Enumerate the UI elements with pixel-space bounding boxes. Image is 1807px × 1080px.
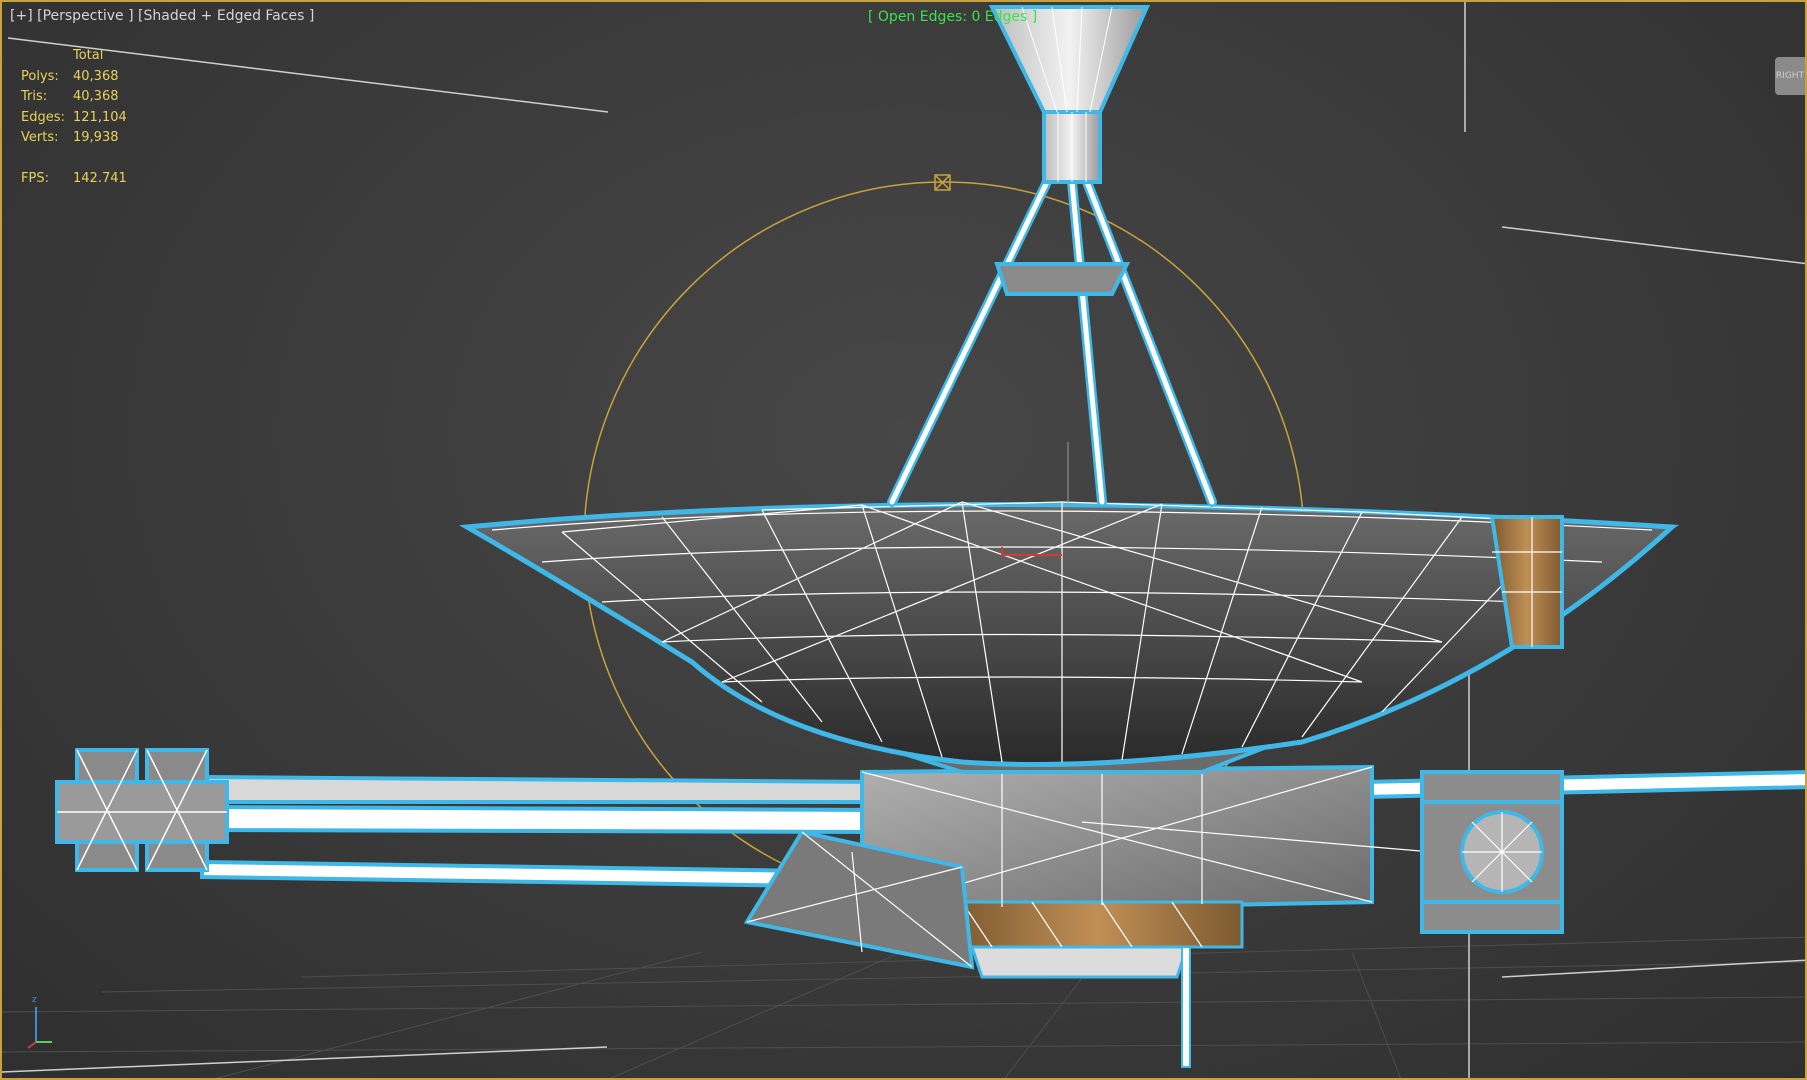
stats-row: Verts: 19,938 bbox=[21, 128, 163, 149]
fps-label: FPS: bbox=[21, 170, 49, 186]
viewport-menu-plus[interactable]: [+] bbox=[10, 8, 33, 24]
stats-row: Tris: 40,368 bbox=[21, 87, 163, 108]
ground-grid bbox=[2, 936, 1805, 1078]
view-cube[interactable]: RIGHT bbox=[1775, 57, 1805, 95]
stats-value: 19,938 bbox=[73, 130, 119, 145]
right-rtg-unit[interactable] bbox=[1420, 770, 1564, 934]
viewport-view-menu[interactable]: [Perspective ] bbox=[37, 8, 133, 24]
feed-horn[interactable] bbox=[988, 5, 1151, 184]
viewport-shading-menu[interactable]: [Shaded + Edged Faces ] bbox=[138, 8, 314, 24]
tripod-platform[interactable] bbox=[994, 262, 1131, 296]
stats-value: 40,368 bbox=[73, 68, 119, 84]
stats-value: 40,368 bbox=[73, 89, 119, 104]
fps-row: FPS: 142.741 bbox=[21, 169, 163, 190]
stats-row: Edges: 121,104 bbox=[21, 108, 163, 129]
stats-value: 121,104 bbox=[73, 109, 127, 125]
stats-label: Tris: bbox=[21, 89, 48, 104]
perspective-viewport[interactable]: [+] [Perspective ] [Shaded + Edged Faces… bbox=[0, 0, 1807, 1080]
feed-tripod[interactable] bbox=[887, 177, 1217, 507]
open-edges-readout: [ Open Edges: 0 Edges ] bbox=[868, 9, 1038, 25]
scene-canvas[interactable] bbox=[2, 2, 1807, 1080]
stats-header: Total bbox=[73, 48, 104, 63]
view-cube-label: RIGHT bbox=[1775, 71, 1805, 81]
statistics-panel: Total Polys: 40,368 Tris: 40,368 Edges: … bbox=[21, 46, 163, 189]
left-rtg-units[interactable] bbox=[55, 748, 229, 872]
stats-label: Verts: bbox=[21, 130, 59, 145]
stats-label: Polys: bbox=[21, 68, 59, 84]
high-gain-dish[interactable] bbox=[458, 501, 1679, 767]
axis-z-label: z bbox=[32, 995, 37, 1005]
spacecraft-model[interactable] bbox=[55, 5, 1807, 1068]
world-axis-tripod bbox=[27, 1007, 52, 1049]
viewport-label[interactable]: [+] [Perspective ] [Shaded + Edged Faces… bbox=[10, 8, 314, 24]
stats-label: Edges: bbox=[21, 109, 65, 125]
stats-row: Polys: 40,368 bbox=[21, 67, 163, 88]
fps-value: 142.741 bbox=[73, 170, 127, 186]
